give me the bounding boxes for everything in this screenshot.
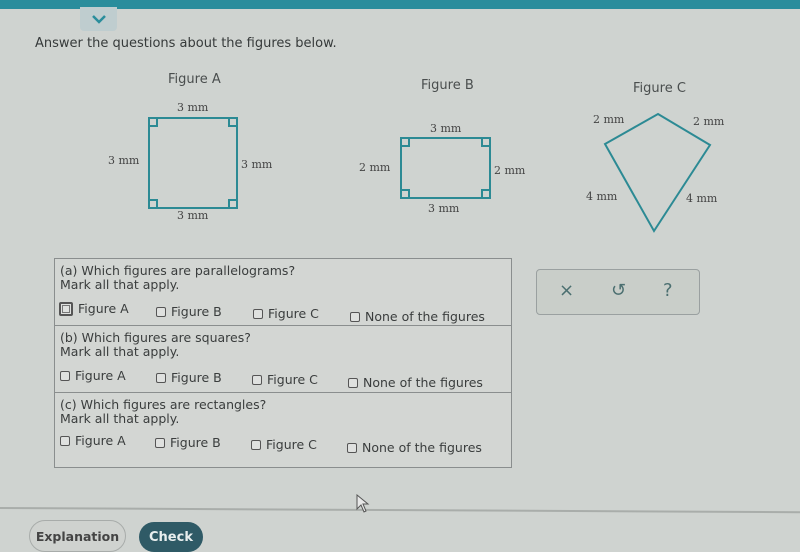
answer-toolbox: × ↺ ? bbox=[536, 269, 700, 315]
mouse-cursor-icon bbox=[356, 494, 370, 513]
figure-b-label: Figure B bbox=[421, 78, 474, 93]
undo-icon[interactable]: ↺ bbox=[611, 280, 626, 301]
question-b: (b) Which figures are squares? Mark all … bbox=[55, 325, 511, 393]
figure-a-right-dim: 3 mm bbox=[241, 158, 273, 171]
figure-c-upper-left-dim: 2 mm bbox=[593, 113, 625, 126]
figure-a-label: Figure A bbox=[168, 72, 221, 87]
question-b-hint: Mark all that apply. bbox=[60, 344, 180, 359]
figure-c-label: Figure C bbox=[633, 81, 686, 96]
checkbox[interactable] bbox=[252, 374, 262, 385]
question-a: (a) Which figures are parallelograms? Ma… bbox=[55, 259, 511, 326]
checkbox[interactable] bbox=[60, 435, 70, 446]
question-a-prompt: (a) Which figures are parallelograms? bbox=[60, 263, 296, 278]
checkbox[interactable] bbox=[59, 301, 73, 316]
figure-b-right-dim: 2 mm bbox=[494, 164, 526, 177]
question-b-option-figure-b[interactable]: Figure B bbox=[156, 370, 222, 385]
figure-b-bottom-dim: 3 mm bbox=[428, 202, 460, 215]
checkbox[interactable] bbox=[60, 370, 70, 381]
figure-a-shape bbox=[148, 117, 238, 209]
explanation-button[interactable]: Explanation bbox=[29, 520, 126, 552]
checkbox[interactable] bbox=[347, 442, 357, 453]
question-c-prompt: (c) Which figures are rectangles? bbox=[60, 397, 267, 412]
figure-a-top-dim: 3 mm bbox=[177, 101, 209, 114]
questions-panel: (a) Which figures are parallelograms? Ma… bbox=[54, 258, 512, 468]
figure-a-left-dim: 3 mm bbox=[108, 154, 140, 167]
checkbox[interactable] bbox=[156, 372, 166, 383]
question-c-option-figure-a[interactable]: Figure A bbox=[60, 433, 126, 448]
question-c-option-figure-c[interactable]: Figure C bbox=[251, 437, 317, 452]
question-a-hint: Mark all that apply. bbox=[60, 277, 180, 292]
checkbox[interactable] bbox=[156, 306, 166, 317]
question-c-option-none[interactable]: None of the figures bbox=[347, 440, 482, 455]
question-a-option-figure-c[interactable]: Figure C bbox=[253, 306, 319, 321]
checkbox[interactable] bbox=[251, 439, 261, 450]
question-b-option-figure-a[interactable]: Figure A bbox=[60, 368, 126, 383]
checkbox[interactable] bbox=[350, 311, 360, 322]
footer-divider bbox=[0, 507, 800, 514]
check-button[interactable]: Check bbox=[139, 522, 203, 552]
figure-c-shape bbox=[603, 112, 712, 233]
question-b-prompt: (b) Which figures are squares? bbox=[60, 330, 251, 345]
figure-b-top-dim: 3 mm bbox=[430, 122, 462, 135]
figures-canvas bbox=[148, 112, 712, 233]
question-c-option-figure-b[interactable]: Figure B bbox=[155, 435, 221, 450]
help-icon[interactable]: ? bbox=[663, 280, 673, 301]
figure-b-shape bbox=[400, 137, 491, 199]
clear-icon[interactable]: × bbox=[559, 280, 574, 301]
figure-b-left-dim: 2 mm bbox=[359, 161, 391, 174]
question-a-option-figure-a[interactable]: Figure A bbox=[59, 301, 129, 316]
figure-c-lower-right-dim: 4 mm bbox=[686, 192, 718, 205]
figure-a-bottom-dim: 3 mm bbox=[177, 209, 209, 222]
figure-c-upper-right-dim: 2 mm bbox=[693, 115, 725, 128]
checkbox[interactable] bbox=[155, 437, 165, 448]
question-c: (c) Which figures are rectangles? Mark a… bbox=[55, 392, 511, 466]
question-b-option-none[interactable]: None of the figures bbox=[348, 375, 483, 390]
question-c-hint: Mark all that apply. bbox=[60, 411, 180, 426]
checkbox[interactable] bbox=[348, 377, 358, 388]
figure-c-lower-left-dim: 4 mm bbox=[586, 190, 618, 203]
question-a-option-figure-b[interactable]: Figure B bbox=[156, 304, 222, 319]
checkbox[interactable] bbox=[253, 308, 263, 319]
question-b-option-figure-c[interactable]: Figure C bbox=[252, 372, 318, 387]
question-a-option-none[interactable]: None of the figures bbox=[350, 309, 485, 324]
